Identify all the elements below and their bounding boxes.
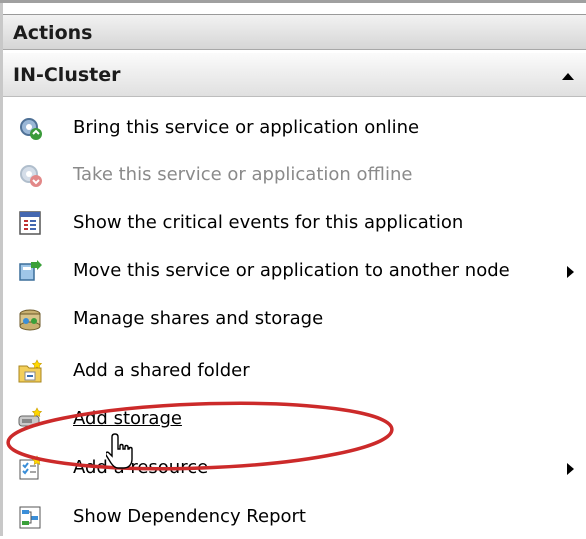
dependency-report-icon: [19, 506, 41, 529]
shared-folder-icon: [18, 359, 43, 383]
action-show-dependency-report[interactable]: Show Dependency Report: [3, 495, 586, 539]
action-show-critical-events[interactable]: Show the critical events for this applic…: [3, 201, 586, 245]
event-log-icon: [19, 211, 41, 235]
action-label: Show the critical events for this applic…: [73, 212, 464, 233]
action-label: Manage shares and storage: [73, 308, 324, 329]
gear-offline-icon: [20, 165, 42, 187]
action-label: Show Dependency Report: [73, 506, 306, 527]
actions-header: Actions: [3, 14, 586, 50]
gear-online-icon: [20, 118, 42, 140]
action-move-to-node[interactable]: Move this service or application to anot…: [3, 249, 586, 293]
submenu-arrow-icon: [567, 463, 574, 475]
manage-shares-icon: [19, 309, 41, 331]
action-label: Add storage: [73, 408, 182, 429]
collapse-arrow-icon[interactable]: [562, 73, 574, 80]
top-border: [0, 0, 586, 3]
actions-header-title: Actions: [13, 22, 93, 44]
action-label: Add a shared folder: [73, 360, 250, 381]
action-add-storage[interactable]: Add storage: [3, 397, 586, 441]
move-node-icon: [19, 260, 42, 281]
action-add-resource[interactable]: Add a resource: [3, 446, 586, 490]
hand-cursor-icon: [106, 433, 133, 469]
group-header-in-cluster[interactable]: IN-Cluster: [3, 53, 586, 97]
group-title: IN-Cluster: [13, 64, 121, 86]
action-label: Take this service or application offline: [73, 164, 413, 185]
add-resource-icon: [19, 455, 43, 480]
action-bring-online[interactable]: Bring this service or application online: [3, 106, 586, 150]
action-take-offline: Take this service or application offline: [3, 153, 586, 197]
action-label: Add a resource: [73, 457, 209, 478]
submenu-arrow-icon: [567, 266, 574, 278]
action-manage-shares[interactable]: Manage shares and storage: [3, 297, 586, 341]
action-label: Bring this service or application online: [73, 117, 420, 138]
action-add-shared-folder[interactable]: Add a shared folder: [3, 349, 586, 393]
add-storage-icon: [18, 407, 43, 427]
action-label: Move this service or application to anot…: [73, 260, 510, 281]
